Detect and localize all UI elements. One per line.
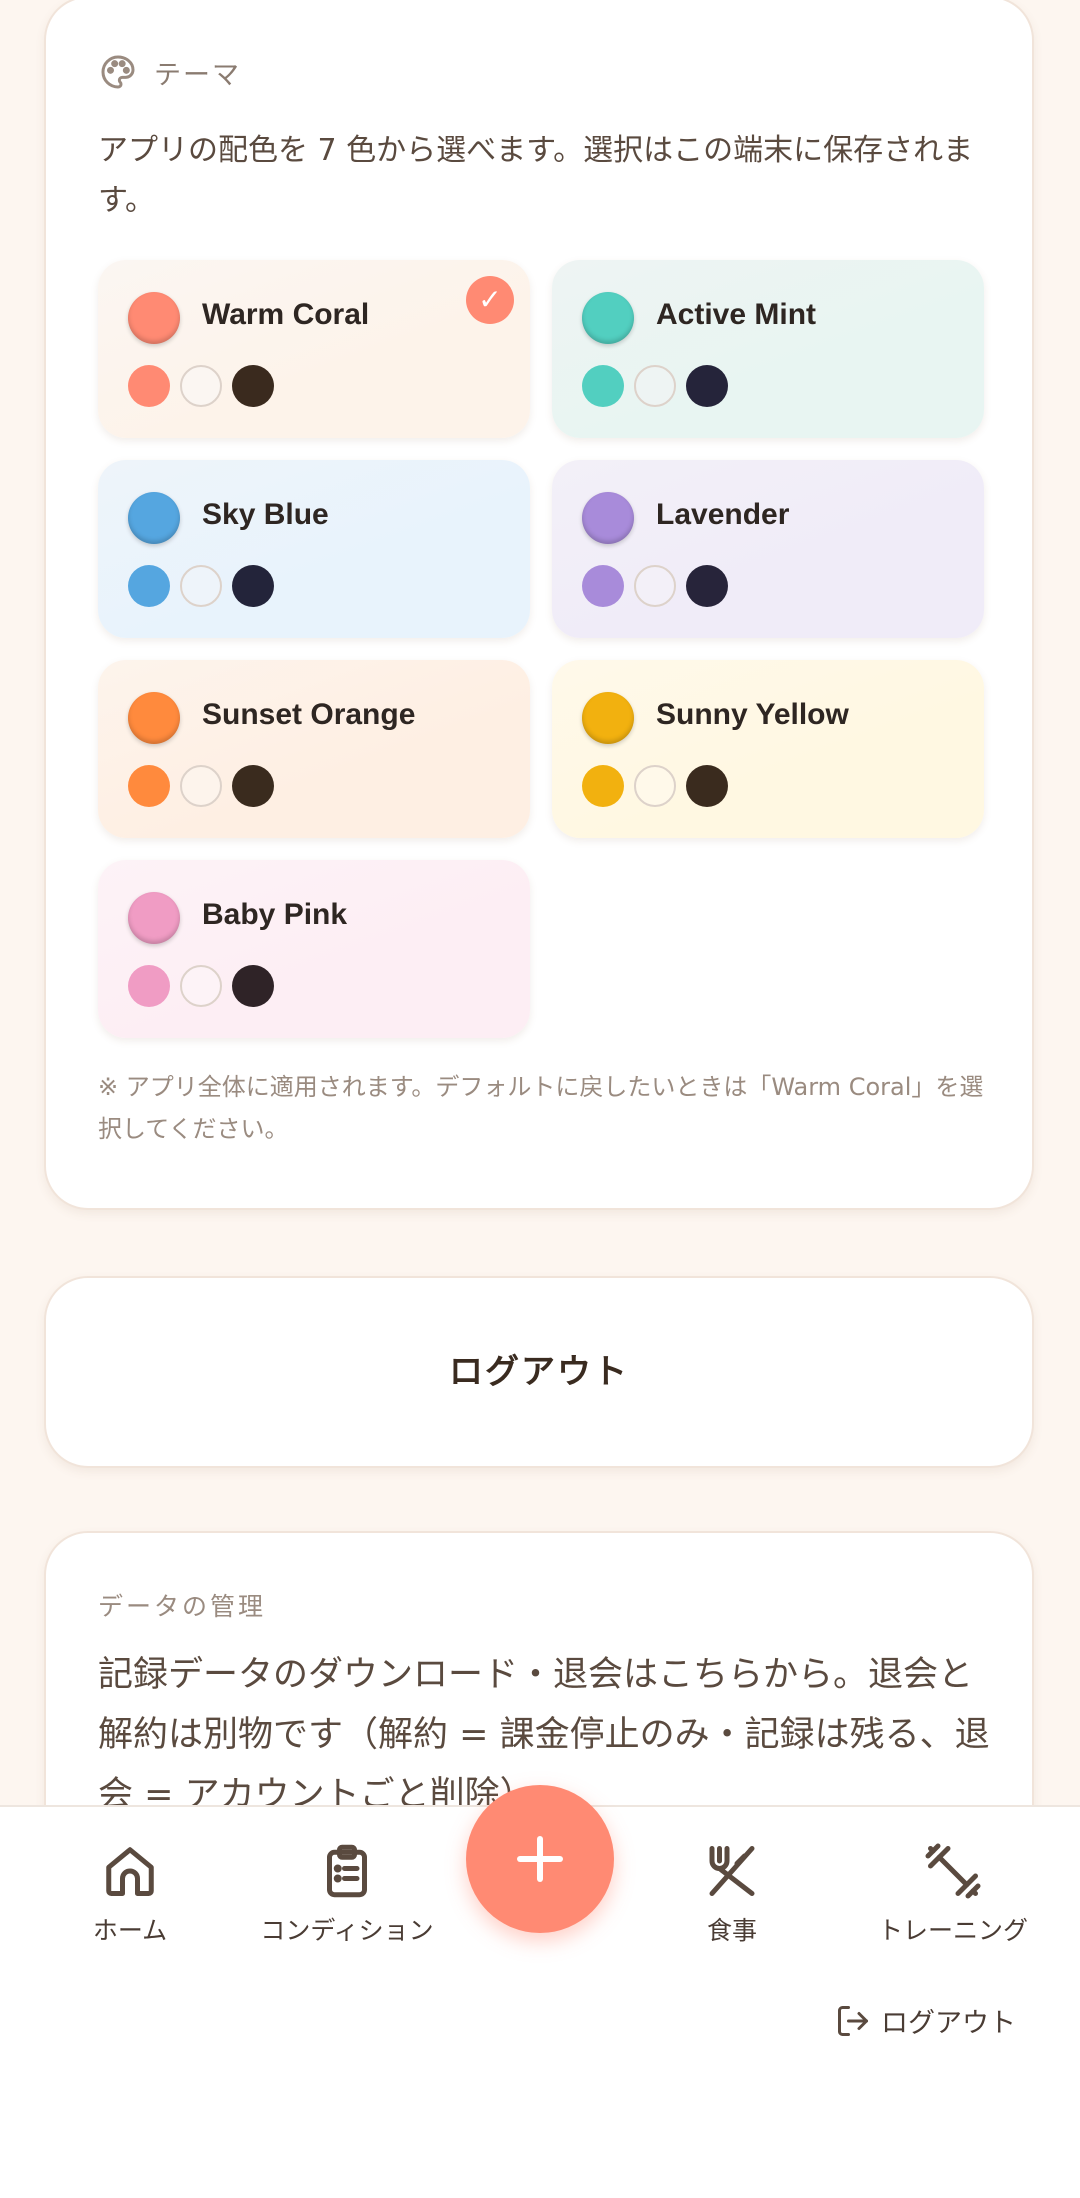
theme-primary-dot (128, 365, 170, 407)
theme-light-dot (180, 565, 222, 607)
theme-option-name: Active Mint (656, 298, 817, 331)
theme-primary-dot (582, 565, 624, 607)
data-management-title: データの管理 (98, 1592, 267, 1621)
nav-condition[interactable]: コンディション (252, 1841, 442, 1947)
theme-primary-dot (582, 765, 624, 807)
theme-option-sunny-yellow[interactable]: Sunny Yellow (552, 660, 984, 838)
theme-color-dot (582, 492, 634, 544)
logout-icon (838, 2005, 868, 2036)
theme-note: ※ アプリ全体に適用されます。デフォルトに戻したいときは「Warm Coral」… (98, 1073, 984, 1143)
theme-light-dot (634, 765, 676, 807)
home-icon (106, 1847, 154, 1896)
theme-title: テーマ (154, 59, 241, 91)
theme-option-warm-coral[interactable]: Warm Coral ✓ (98, 260, 530, 438)
nav-home-label: ホーム (92, 1916, 168, 1945)
clipboard-icon (327, 1844, 367, 1898)
dumbbell-icon (925, 1843, 981, 1899)
nav-training[interactable]: トレーニング (868, 1841, 1038, 1947)
theme-option-name: Sunset Orange (202, 698, 416, 731)
theme-light-dot (180, 965, 222, 1007)
theme-color-dot (128, 292, 180, 344)
theme-light-dot (634, 565, 676, 607)
theme-dark-dot (232, 565, 274, 607)
theme-option-name: Sky Blue (202, 498, 329, 531)
add-record-button[interactable] (466, 1785, 614, 1933)
theme-color-dot (128, 692, 180, 744)
utensils-icon (709, 1846, 755, 1896)
selected-check-icon: ✓ (466, 276, 514, 324)
theme-dark-dot (232, 965, 274, 1007)
theme-dark-dot (686, 565, 728, 607)
logout-button[interactable]: ログアウト (44, 1276, 1034, 1468)
theme-primary-dot (128, 565, 170, 607)
theme-option-lavender[interactable]: Lavender (552, 460, 984, 638)
nav-training-label: トレーニング (877, 1916, 1028, 1945)
theme-color-dot (582, 692, 634, 744)
plus-icon (517, 1836, 563, 1882)
theme-option-active-mint[interactable]: Active Mint (552, 260, 984, 438)
theme-color-dot (128, 492, 180, 544)
theme-option-baby-pink[interactable]: Baby Pink (98, 860, 530, 1038)
nav-meal[interactable]: 食事 (672, 1841, 792, 1947)
theme-color-dot (128, 892, 180, 944)
footer-logout-link[interactable]: ログアウト (835, 2001, 1016, 2040)
logout-button-label: ログアウト (449, 1352, 629, 1392)
nav-home[interactable]: ホーム (72, 1841, 188, 1947)
theme-dark-dot (232, 365, 274, 407)
theme-light-dot (634, 365, 676, 407)
footer-logout-label: ログアウト (881, 2008, 1016, 2039)
theme-header: テーマ (98, 52, 241, 92)
nav-condition-label: コンディション (260, 1916, 434, 1945)
theme-card: テーマ アプリの配色を 7 色から選べます。選択はこの端末に保存されます。 Wa… (44, 0, 1034, 1210)
palette-icon (101, 55, 135, 89)
nav-meal-label: 食事 (706, 1916, 757, 1945)
theme-primary-dot (582, 365, 624, 407)
footer: ログアウト (0, 1977, 1080, 2198)
theme-light-dot (180, 765, 222, 807)
theme-dark-dot (686, 765, 728, 807)
theme-option-sky-blue[interactable]: Sky Blue (98, 460, 530, 638)
theme-option-name: Warm Coral (202, 298, 370, 331)
theme-option-name: Sunny Yellow (656, 698, 849, 731)
theme-dark-dot (686, 365, 728, 407)
theme-option-sunset-orange[interactable]: Sunset Orange (98, 660, 530, 838)
theme-light-dot (180, 365, 222, 407)
theme-option-name: Lavender (656, 498, 790, 531)
theme-description: アプリの配色を 7 色から選べます。選択はこの端末に保存されます。 (98, 133, 974, 218)
theme-option-name: Baby Pink (202, 898, 348, 931)
theme-primary-dot (128, 765, 170, 807)
theme-primary-dot (128, 965, 170, 1007)
theme-dark-dot (232, 765, 274, 807)
theme-color-dot (582, 292, 634, 344)
